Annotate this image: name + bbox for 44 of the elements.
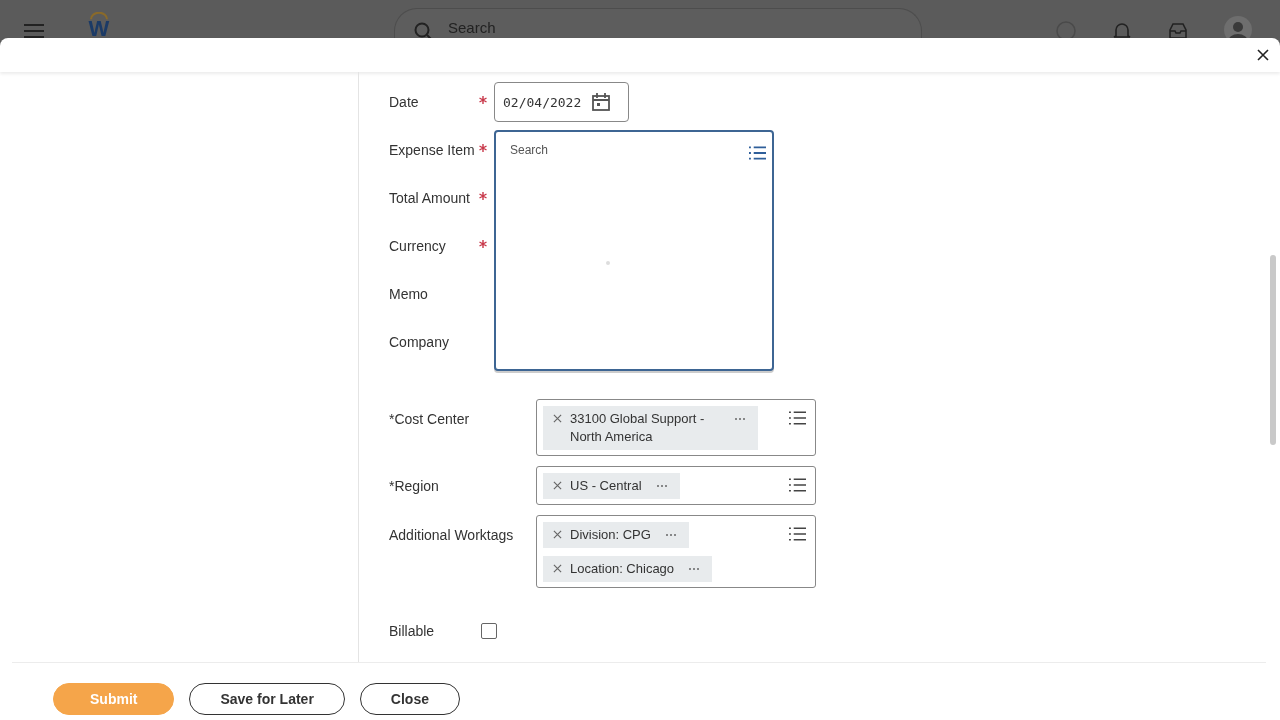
close-icon[interactable] — [1257, 49, 1269, 61]
field-label: Total Amount — [389, 190, 471, 206]
list-icon[interactable] — [789, 411, 806, 425]
search-field[interactable]: Search — [394, 8, 922, 38]
action-button[interactable]: Save for Later — [189, 683, 345, 715]
remove-icon[interactable] — [553, 564, 562, 573]
logo-mark: W — [88, 20, 110, 38]
worktag-field[interactable]: Division: CPG Location: Chicago — [536, 515, 816, 588]
worktag-text: 33100 Global Support - North America — [570, 410, 706, 446]
field-label: Date — [389, 94, 420, 110]
more-icon[interactable] — [664, 533, 677, 537]
field-label: Additional Worktags — [389, 527, 515, 543]
search-dropdown[interactable]: Search — [494, 130, 774, 371]
bell-icon[interactable] — [1112, 21, 1132, 41]
more-icon[interactable] — [655, 484, 668, 488]
field-label: Expense Item — [389, 142, 476, 158]
field-label: Currency — [389, 238, 447, 254]
list-icon[interactable] — [789, 478, 806, 492]
circle-icon[interactable] — [1056, 21, 1076, 41]
remove-icon[interactable] — [553, 481, 562, 490]
list-icon[interactable] — [749, 145, 766, 160]
inbox-icon[interactable] — [1168, 21, 1188, 41]
field-label: *Region — [389, 478, 440, 494]
calendar-icon[interactable] — [591, 92, 612, 112]
field-label: *Cost Center — [389, 411, 471, 427]
remove-icon[interactable] — [553, 530, 562, 539]
worktag-text: US - Central — [570, 477, 642, 495]
worktag-field[interactable]: US - Central — [536, 466, 816, 505]
billable-checkbox[interactable] — [481, 623, 498, 639]
more-icon[interactable] — [734, 417, 746, 421]
date-field[interactable]: 02/04/2022 — [494, 82, 629, 122]
field-label: Company — [389, 334, 450, 350]
menu-icon[interactable] — [24, 24, 44, 38]
worktag-text: Location: Chicago — [570, 560, 675, 578]
field-label: Memo — [389, 286, 429, 302]
worktag-text: Division: CPG — [570, 526, 651, 544]
remove-icon[interactable] — [553, 414, 562, 423]
worktag-field[interactable]: 33100 Global Support - North America — [536, 399, 816, 456]
scrollbar-thumb[interactable] — [1270, 255, 1276, 445]
loading-icon — [606, 261, 610, 265]
field-label: Billable — [389, 623, 435, 639]
action-button[interactable]: Close — [359, 683, 460, 715]
more-icon[interactable] — [688, 567, 701, 571]
list-icon[interactable] — [789, 527, 806, 541]
